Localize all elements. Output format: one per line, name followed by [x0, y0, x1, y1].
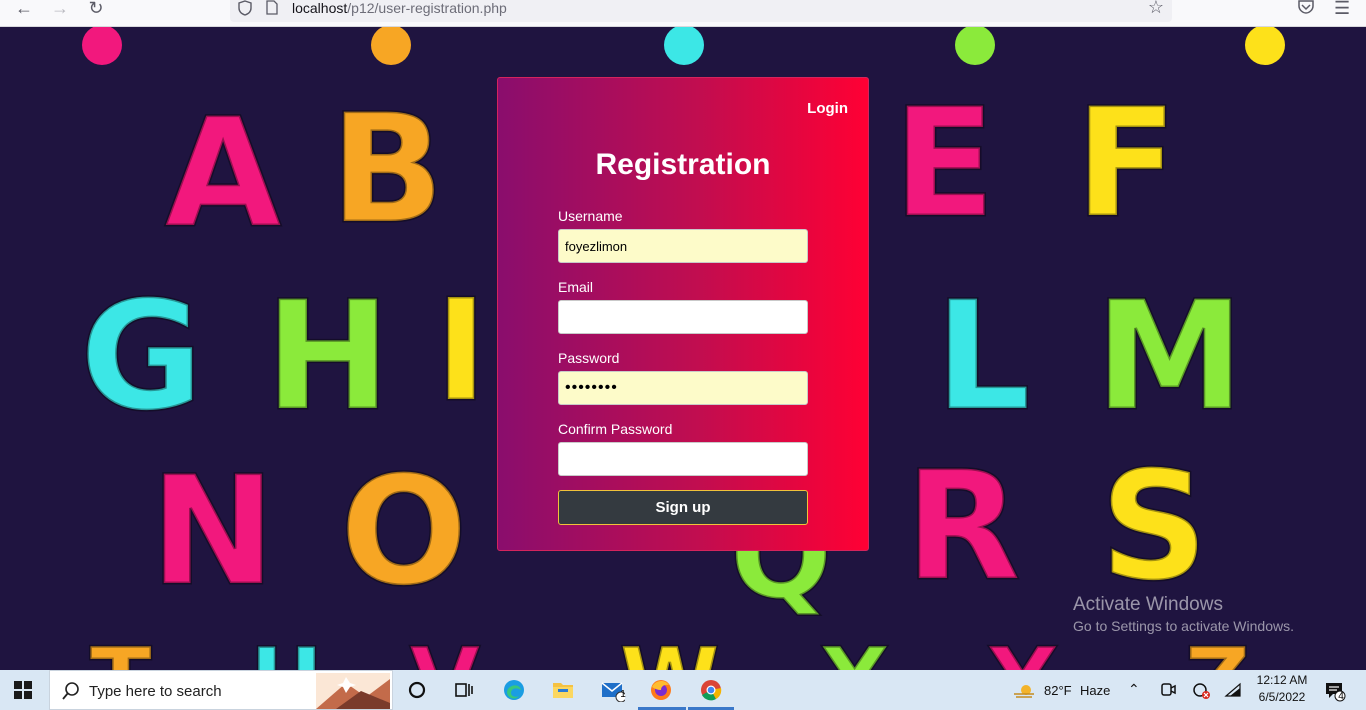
meet-now-icon[interactable] — [1158, 678, 1178, 702]
activate-windows-notice: Activate Windows Go to Settings to activ… — [1073, 594, 1294, 634]
letter-row-partial: T — [88, 635, 152, 670]
letter-h: H — [264, 270, 393, 444]
page-info-icon[interactable] — [266, 0, 278, 15]
letter-a: A — [163, 87, 282, 261]
weather-condition: Haze — [1080, 683, 1111, 698]
decor-dot — [955, 27, 995, 65]
letter-f: F — [1073, 77, 1178, 251]
bookmark-star-icon[interactable]: ☆ — [1148, 0, 1164, 18]
login-link[interactable]: Login — [807, 100, 848, 117]
forward-icon[interactable]: → — [46, 0, 74, 20]
address-bar[interactable]: localhost/p12/user-registration.php ☆ — [230, 0, 1172, 22]
url-text: localhost/p12/user-registration.php — [292, 0, 507, 16]
reload-icon[interactable]: ↻ — [82, 0, 110, 20]
weather-haze-icon[interactable] — [1012, 678, 1036, 702]
system-clock[interactable]: 12:12 AM 6/5/2022 — [1252, 672, 1312, 706]
url-host: localhost — [292, 0, 348, 16]
letter-row-partial: Z — [1183, 635, 1251, 670]
registration-title: Registration — [595, 148, 771, 181]
task-view-icon[interactable] — [452, 678, 476, 702]
chrome-icon[interactable] — [699, 678, 723, 702]
activate-title: Activate Windows — [1073, 594, 1223, 615]
search-highlight-art-icon — [316, 673, 390, 709]
password-label: Password — [558, 350, 620, 366]
decor-dot — [1245, 27, 1285, 65]
decor-dot — [82, 27, 122, 65]
edge-browser-icon[interactable] — [502, 678, 526, 702]
firefox-icon[interactable] — [649, 678, 673, 702]
letter-i-partial: I — [433, 270, 488, 433]
signup-button[interactable]: Sign up — [558, 490, 808, 525]
browser-toolbar: ← → ↻ localhost/p12/user-registration.ph… — [0, 0, 1366, 27]
mail-badge: 1 — [620, 689, 626, 700]
pocket-icon[interactable] — [1297, 0, 1315, 14]
weather-temperature: 82°F — [1044, 683, 1072, 698]
letter-n: N — [149, 445, 278, 619]
confirm-password-label: Confirm Password — [558, 421, 673, 437]
windows-taskbar: Type here to search 1 82°F Haze ⌃ 12:12 … — [0, 670, 1366, 710]
chevron-up-icon[interactable]: ⌃ — [1128, 681, 1140, 698]
decor-dot — [664, 27, 704, 65]
letter-row-partial: X — [818, 635, 890, 670]
letter-b: B — [328, 83, 445, 257]
letter-row-partial: W — [618, 635, 720, 670]
letter-o: O — [339, 445, 470, 619]
tracking-shield-icon[interactable] — [238, 0, 252, 16]
email-input[interactable] — [558, 300, 808, 334]
activate-subtitle: Go to Settings to activate Windows. — [1073, 618, 1294, 634]
letter-l: L — [934, 270, 1033, 444]
email-label: Email — [558, 279, 594, 295]
windows-start-icon[interactable] — [14, 681, 32, 699]
notification-count: 4 — [1338, 691, 1344, 702]
url-path: /p12/user-registration.php — [347, 0, 507, 16]
back-icon[interactable]: ← — [10, 0, 38, 20]
decor-dot — [371, 27, 411, 65]
confirm-password-input[interactable] — [558, 442, 808, 476]
username-input[interactable] — [558, 229, 808, 263]
letter-e: E — [891, 77, 996, 251]
file-explorer-icon[interactable] — [551, 678, 575, 702]
letter-row-partial: Y — [988, 635, 1056, 670]
registration-card: Login Registration Username Email Passwo… — [497, 77, 869, 551]
search-placeholder: Type here to search — [89, 683, 222, 700]
wifi-icon[interactable] — [1224, 678, 1244, 702]
clock-date: 6/5/2022 — [1258, 690, 1306, 704]
letter-r: R — [904, 440, 1023, 614]
letter-row-partial: V — [409, 635, 482, 670]
clock-time: 12:12 AM — [1256, 673, 1308, 687]
letter-g: G — [78, 270, 204, 444]
network-error-icon[interactable] — [1190, 678, 1212, 702]
username-label: Username — [558, 208, 623, 224]
letter-s: S — [1098, 440, 1209, 614]
hamburger-menu-icon[interactable]: ☰ — [1334, 0, 1350, 19]
password-input[interactable] — [558, 371, 808, 405]
letter-m: M — [1093, 270, 1245, 444]
taskbar-search-box[interactable]: Type here to search — [49, 670, 393, 710]
cortana-icon[interactable] — [405, 678, 429, 702]
search-icon — [62, 682, 79, 700]
letter-row-partial: U — [248, 635, 324, 670]
